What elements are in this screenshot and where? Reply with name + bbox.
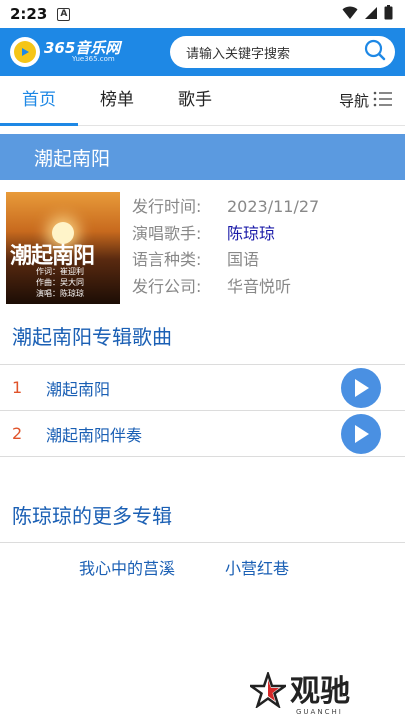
play-icon[interactable] <box>341 367 381 408</box>
nav-label: 导航 <box>338 92 369 110</box>
song-row[interactable]: 1 潮起南阳 <box>0 365 405 411</box>
album-info: 潮起南阳 作词：崔迎利 作曲：吴大同 演唱：陈琼琼 发行时间: 2023/11/… <box>0 180 405 310</box>
notification-icon: A <box>57 7 71 21</box>
album-cover: 潮起南阳 作词：崔迎利 作曲：吴大同 演唱：陈琼琼 <box>6 192 120 304</box>
star-logo-icon <box>247 670 289 712</box>
watermark-subtext: GUANCHI <box>296 708 343 716</box>
song-name[interactable]: 潮起南阳伴奏 <box>46 422 341 446</box>
watermark-text: 观驰 <box>290 674 350 709</box>
cover-credit-singer: 演唱：陈琼琼 <box>36 289 84 298</box>
song-name[interactable]: 潮起南阳 <box>46 376 341 400</box>
cover-credit-lyrics: 作词：崔迎利 <box>36 267 84 276</box>
logo-subtext: Yue365.com <box>72 55 115 63</box>
more-album-link[interactable]: 小营红巷 <box>225 555 289 579</box>
more-albums-list: 我心中的莒溪 小营红巷 <box>0 543 405 579</box>
tab-home[interactable]: 首页 <box>0 76 78 126</box>
tab-bar: 首页 榜单 歌手 导航 <box>0 76 405 126</box>
play-icon[interactable] <box>341 413 381 454</box>
search-icon[interactable] <box>363 38 387 66</box>
menu-list-icon <box>373 90 393 112</box>
song-list: 1 潮起南阳 2 潮起南阳伴奏 <box>0 364 405 457</box>
language-row: 语言种类: 国语 <box>132 247 319 274</box>
song-number: 1 <box>12 378 23 397</box>
album-details: 发行时间: 2023/11/27 演唱歌手: 陈琼琼 语言种类: 国语 发行公司… <box>132 192 319 310</box>
logo-text: 365音乐网 <box>44 39 121 57</box>
wifi-icon <box>342 5 358 24</box>
battery-icon <box>384 4 393 24</box>
publisher-value: 华音悦听 <box>227 276 292 296</box>
publisher-label: 发行公司: <box>132 276 202 296</box>
cover-credits: 作词：崔迎利 作曲：吴大同 演唱：陈琼琼 <box>36 266 84 299</box>
cover-credit-music: 作曲：吴大同 <box>36 278 84 287</box>
search-box[interactable]: 请输入关键字搜索 <box>170 36 395 68</box>
singer-link[interactable]: 陈琼琼 <box>227 221 275 248</box>
more-album-link[interactable]: 我心中的莒溪 <box>79 555 175 579</box>
signal-icon <box>364 5 378 24</box>
watermark: 观驰 GUANCHI <box>247 670 350 716</box>
site-logo[interactable]: 365音乐网 Yue365.com <box>10 37 160 67</box>
status-time: 2:23 <box>10 5 48 23</box>
singer-label: 演唱歌手: <box>132 223 202 243</box>
language-value: 国语 <box>227 250 260 269</box>
song-number: 2 <box>12 424 23 443</box>
release-date-value: 2023/11/27 <box>227 197 320 216</box>
language-label: 语言种类: <box>132 250 202 269</box>
release-date-label: 发行时间: <box>132 197 202 216</box>
tab-charts[interactable]: 榜单 <box>78 76 156 126</box>
status-bar: 2:23 A <box>0 0 405 28</box>
logo-disc-icon <box>10 37 40 67</box>
publisher-row: 发行公司: 华音悦听 <box>132 274 319 301</box>
song-row[interactable]: 2 潮起南阳伴奏 <box>0 411 405 457</box>
singer-row: 演唱歌手: 陈琼琼 <box>132 221 319 248</box>
search-input[interactable]: 请输入关键字搜索 <box>186 43 363 62</box>
release-date-row: 发行时间: 2023/11/27 <box>132 194 319 221</box>
tab-singers[interactable]: 歌手 <box>156 76 234 126</box>
more-albums-title: 陈琼琼的更多专辑 <box>0 489 405 543</box>
album-title: 潮起南阳 <box>34 147 111 170</box>
nav-menu-button[interactable]: 导航 <box>339 90 405 112</box>
songs-section-title: 潮起南阳专辑歌曲 <box>12 325 172 349</box>
album-title-bar: 潮起南阳 <box>0 134 405 180</box>
app-header: 365音乐网 Yue365.com 请输入关键字搜索 <box>0 28 405 76</box>
